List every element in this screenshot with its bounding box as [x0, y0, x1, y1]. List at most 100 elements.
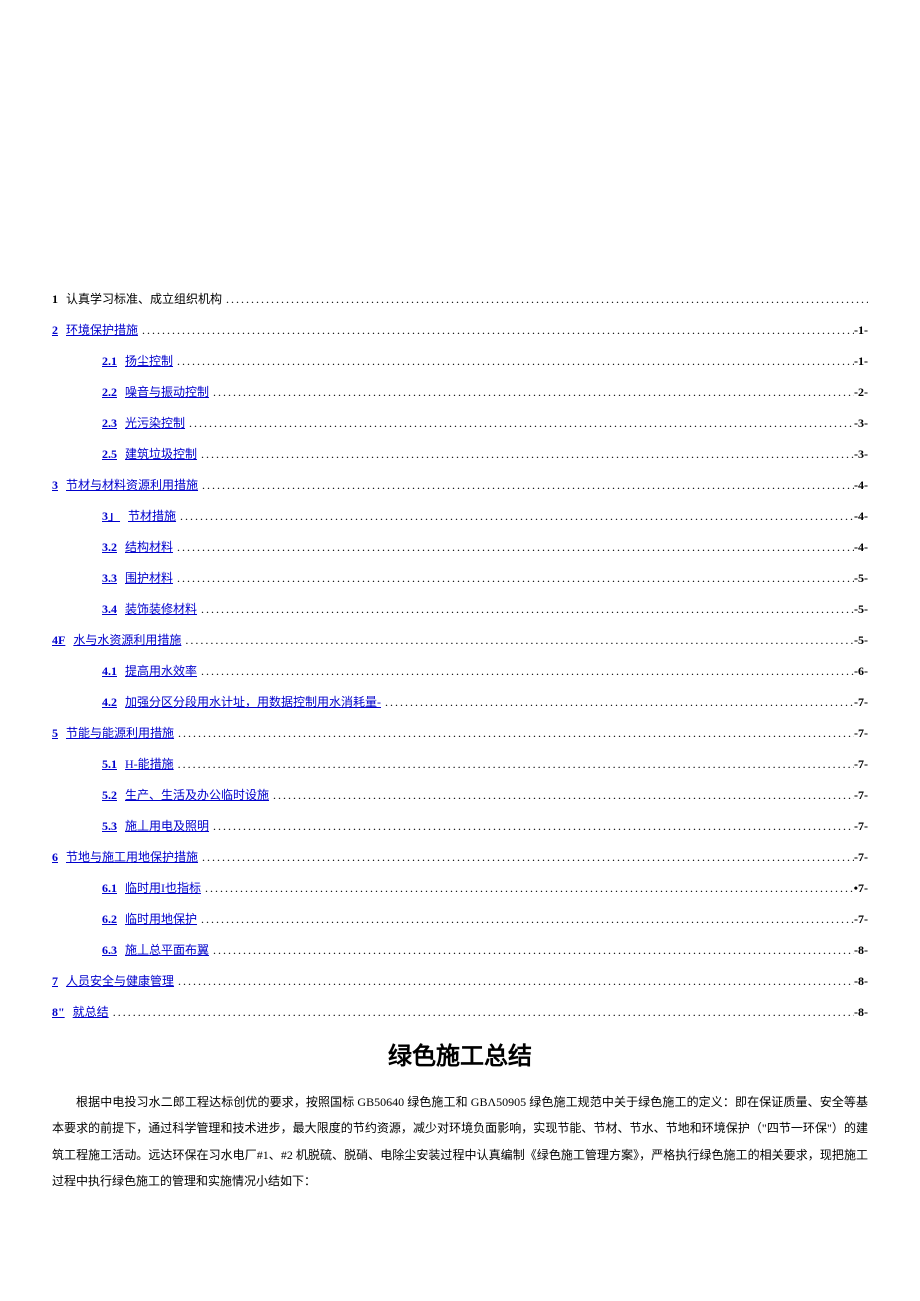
toc-leader-dots [109, 1005, 854, 1020]
toc-label[interactable]: 节材与材料资源利用措施 [66, 476, 198, 493]
toc-page-number: -7- [854, 850, 868, 865]
toc-entry: 3.2结构材料-4- [52, 538, 868, 555]
toc-page-number: -1- [854, 323, 868, 338]
toc-page-number: -8- [854, 1005, 868, 1020]
toc-leader-dots [201, 881, 854, 896]
toc-page-number: -8- [854, 943, 868, 958]
toc-number[interactable]: 3 [52, 478, 58, 493]
toc-leader-dots [197, 447, 854, 462]
toc-number[interactable]: 3.3 [102, 571, 117, 586]
toc-entry: 6.3 施丄总平面布翼 -8- [52, 941, 868, 958]
toc-entry: 3.4 装饰装修材料 -5- [52, 600, 868, 617]
toc-entry: 4.1提高用水效率-6- [52, 662, 868, 679]
toc-page-number: -7- [854, 695, 868, 710]
toc-label[interactable]: 临时用地保护 [125, 910, 197, 927]
toc-leader-dots [222, 292, 868, 307]
toc-number[interactable]: 3.2 [102, 540, 117, 555]
intro-paragraph: 根据中电投习水二郎工程达标创优的要求，按照国标 GB50640 绿色施工和 GB… [52, 1089, 868, 1195]
toc-entry: 7人员安全与健康管理-8- [52, 972, 868, 989]
toc-page-number: -7- [854, 819, 868, 834]
toc-entry: 5.3 施丄用电及照明 -7- [52, 817, 868, 834]
toc-label[interactable]: 加强分区分段用水计址，用数据控制用水消耗量- [125, 693, 381, 710]
toc-leader-dots [209, 819, 854, 834]
toc-label[interactable]: 就总结 [73, 1003, 109, 1020]
toc-label[interactable]: 施丄总平面布翼 [125, 941, 209, 958]
toc-label[interactable]: 提高用水效率 [125, 662, 197, 679]
toc-page-number: -5- [854, 633, 868, 648]
toc-leader-dots [173, 354, 854, 369]
toc-leader-dots [185, 416, 854, 431]
toc-page-number: -4- [854, 478, 868, 493]
toc-number[interactable]: 5.3 [102, 819, 117, 834]
toc-number[interactable]: 8" [52, 1005, 65, 1020]
toc-label[interactable]: 光污染控制 [125, 414, 185, 431]
toc-label[interactable]: 环境保护措施 [66, 321, 138, 338]
toc-page-number: •7- [854, 881, 868, 896]
toc-number[interactable]: 2 [52, 323, 58, 338]
toc-number[interactable]: 6 [52, 850, 58, 865]
toc-label[interactable]: 人员安全与健康管理 [66, 972, 174, 989]
toc-number[interactable]: 5 [52, 726, 58, 741]
toc-label[interactable]: H-能措施 [125, 755, 174, 772]
toc-label[interactable]: 结构材料 [125, 538, 173, 555]
toc-number[interactable]: 2.1 [102, 354, 117, 369]
toc-page-number: -7- [854, 726, 868, 741]
toc-label[interactable]: 围护材料 [125, 569, 173, 586]
toc-label[interactable]: 节能与能源利用措施 [66, 724, 174, 741]
toc-entry: 2.2噪音与振动控制-2- [52, 383, 868, 400]
toc-number[interactable]: 7 [52, 974, 58, 989]
toc-label[interactable]: 水与水资源利用措施 [73, 631, 181, 648]
toc-entry: 3」节材措施 -4- [52, 507, 868, 524]
toc-page-number: -4- [854, 509, 868, 524]
toc-number: 1 [52, 292, 58, 307]
toc-label[interactable]: 临时用I也指标 [125, 879, 201, 896]
toc-entry: 8" 就总结 -8- [52, 1003, 868, 1020]
toc-number[interactable]: 6.3 [102, 943, 117, 958]
toc-number[interactable]: 2.2 [102, 385, 117, 400]
toc-page-number: -3- [854, 416, 868, 431]
toc-entry: 4.2 加强分区分段用水计址，用数据控制用水消耗量- -7- [52, 693, 868, 710]
toc-entry: 4F 水与水资源利用措施 -5- [52, 631, 868, 648]
toc-entry: 2 环境保护措施 -1- [52, 321, 868, 338]
toc-number[interactable]: 5.1 [102, 757, 117, 772]
toc-page-number: -7- [854, 757, 868, 772]
toc-leader-dots [138, 323, 854, 338]
toc-entry: 2.1 扬尘控制 -1- [52, 352, 868, 369]
toc-number[interactable]: 3.4 [102, 602, 117, 617]
toc-page-number: -5- [854, 602, 868, 617]
toc-number[interactable]: 4F [52, 633, 65, 648]
toc-number[interactable]: 4.1 [102, 664, 117, 679]
toc-label[interactable]: 生产、生活及办公临时设施 [125, 786, 269, 803]
toc-label[interactable]: 建筑垃圾控制 [125, 445, 197, 462]
toc-leader-dots [209, 943, 854, 958]
toc-entry: 3.3围护材料-5- [52, 569, 868, 586]
toc-number[interactable]: 6.2 [102, 912, 117, 927]
toc-entry: 2.3 光污染控制 -3- [52, 414, 868, 431]
toc-label[interactable]: 节地与施工用地保护措施 [66, 848, 198, 865]
toc-leader-dots [269, 788, 854, 803]
toc-number[interactable]: 6.1 [102, 881, 117, 896]
toc-leader-dots [198, 478, 854, 493]
toc-page-number: -7- [854, 912, 868, 927]
toc-label[interactable]: 施丄用电及照明 [125, 817, 209, 834]
toc-leader-dots [209, 385, 854, 400]
toc-entry: 5.2生产、生活及办公临时设施-7- [52, 786, 868, 803]
toc-label[interactable]: 节材措施 [128, 507, 176, 524]
toc-entry: 1 认真学习标准、成立组织机构 [52, 290, 868, 307]
toc-page-number: -1- [854, 354, 868, 369]
toc-label[interactable]: 噪音与振动控制 [125, 383, 209, 400]
toc-number[interactable]: 3」 [102, 507, 120, 524]
toc-label[interactable]: 装饰装修材料 [125, 600, 197, 617]
toc-label: 认真学习标准、成立组织机构 [66, 290, 222, 307]
toc-label[interactable]: 扬尘控制 [125, 352, 173, 369]
toc-leader-dots [174, 757, 854, 772]
toc-leader-dots [173, 571, 854, 586]
toc-number[interactable]: 4.2 [102, 695, 117, 710]
toc-number[interactable]: 5.2 [102, 788, 117, 803]
toc-number[interactable]: 2.3 [102, 416, 117, 431]
toc-leader-dots [173, 540, 854, 555]
toc-leader-dots [197, 602, 854, 617]
table-of-contents: 1 认真学习标准、成立组织机构 2 环境保护措施 -1- 2.1 扬尘控制 -1- 2.2 噪音与… [52, 290, 868, 1020]
toc-leader-dots [197, 912, 854, 927]
toc-number[interactable]: 2.5 [102, 447, 117, 462]
